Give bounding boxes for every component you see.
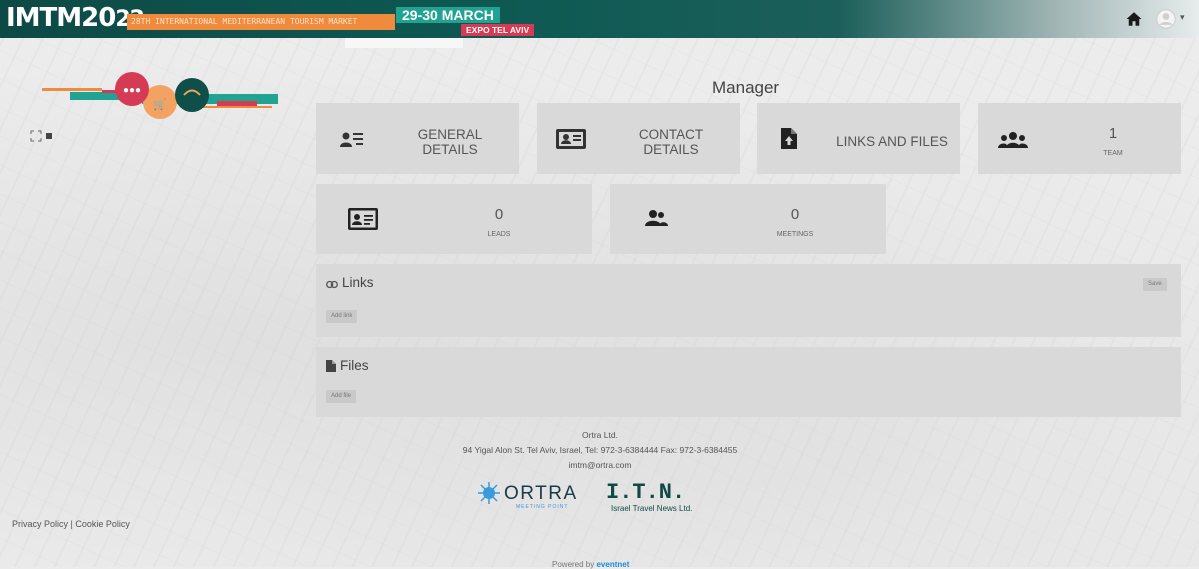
brand-illustration: ●●● 🛒: [42, 72, 278, 119]
itn-text: I.T.N.: [606, 480, 685, 505]
tile-leads[interactable]: 0 LEADS: [316, 184, 592, 254]
footer-contact: Ortra Ltd. 94 Yigal Alon St. Tel Aviv, I…: [400, 428, 800, 473]
svg-text:●●●: ●●●: [123, 85, 141, 96]
tile-contact-details-label: CONTACT DETAILS: [638, 127, 704, 157]
list-user-icon: [340, 132, 363, 147]
add-file-button[interactable]: Add file: [326, 390, 357, 403]
meetings-count: 0: [790, 206, 800, 223]
ortra-text: ORTRA: [504, 483, 578, 504]
fullscreen-toggle-icon[interactable]: [30, 130, 56, 142]
top-banner: IMTM2022 28TH INTERNATIONAL MEDITERRANEA…: [0, 0, 1199, 38]
company-name: Ortra Ltd.: [582, 430, 618, 440]
leads-count: 0: [494, 206, 504, 223]
user-avatar-icon[interactable]: [1156, 9, 1176, 29]
meetings-label: MEETINGS: [776, 231, 814, 238]
add-link-button[interactable]: Add link: [326, 310, 358, 323]
team-count: 1: [1108, 125, 1118, 142]
page-title: Manager: [712, 78, 780, 97]
save-button[interactable]: Save: [1143, 278, 1167, 291]
itn-tagline: Israel Travel News Ltd.: [611, 504, 692, 513]
footer-legal-links: Privacy Policy | Cookie Policy: [12, 519, 130, 529]
powered-by: Powered by eventnet: [552, 560, 630, 569]
leads-label: LEADS: [487, 231, 511, 238]
team-icon: [998, 132, 1028, 148]
privacy-policy-link[interactable]: Privacy Policy: [12, 519, 68, 529]
banner-tab: [345, 38, 463, 48]
company-email[interactable]: imtm@ortra.com: [400, 458, 800, 473]
user-menu-caret-icon[interactable]: ▾: [1180, 12, 1185, 23]
event-dates: 29-30 MARCH: [396, 7, 500, 23]
ortra-tagline: MEETING POINT: [516, 504, 568, 510]
tile-general-details-label: GENERAL DETAILS: [417, 127, 483, 157]
file-upload-icon: [781, 128, 797, 149]
files-panel-header: Files: [326, 358, 369, 373]
ortra-logo: ORTRA MEETING POINT: [478, 482, 578, 510]
tile-meetings[interactable]: 0 MEETINGS: [610, 184, 886, 254]
event-logo[interactable]: IMTM2022: [6, 3, 145, 35]
event-tagline: 28TH INTERNATIONAL MEDITERRANEAN TOURISM…: [127, 14, 395, 30]
tile-links-and-files[interactable]: LINKS AND FILES: [757, 103, 960, 174]
tile-links-and-files-label: LINKS AND FILES: [836, 134, 948, 149]
partner-logos: ORTRA MEETING POINT I.T.N. Israel Travel…: [478, 480, 692, 513]
tile-general-details[interactable]: GENERAL DETAILS: [316, 103, 519, 174]
tile-contact-details[interactable]: CONTACT DETAILS: [537, 103, 740, 174]
eventnet-link[interactable]: eventnet: [596, 560, 629, 569]
company-address: 94 Yigal Alon St. Tel Aviv, Israel, Tel:…: [462, 445, 738, 455]
home-icon[interactable]: [1125, 10, 1143, 28]
cookie-policy-link[interactable]: Cookie Policy: [75, 519, 130, 529]
users-icon: [645, 210, 668, 226]
tile-team[interactable]: 1 TEAM: [978, 103, 1181, 174]
contact-card-icon: [348, 208, 378, 230]
file-icon: [326, 360, 336, 372]
id-card-icon: [556, 129, 586, 149]
itn-logo: I.T.N. Israel Travel News Ltd.: [606, 480, 692, 513]
files-panel: Files Add file: [316, 347, 1181, 417]
svg-text:🛒: 🛒: [153, 98, 167, 111]
team-label: TEAM: [1103, 150, 1123, 157]
links-panel: Links Save Add link: [316, 264, 1181, 337]
event-venue: EXPO TEL AVIV: [461, 24, 535, 36]
links-panel-header: Links: [326, 275, 374, 290]
link-icon: [326, 280, 338, 289]
footer-separator: |: [70, 519, 73, 529]
